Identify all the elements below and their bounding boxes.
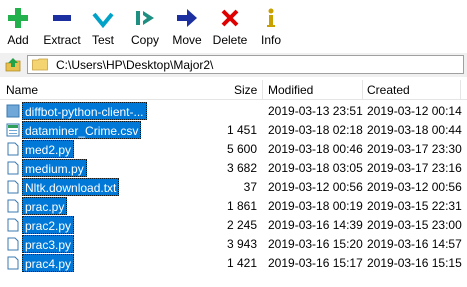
file-modified: 2019-03-18 00:46 <box>268 142 363 156</box>
info-icon <box>267 8 275 27</box>
path-text: C:\Users\HP\Desktop\Major2\ <box>56 58 214 72</box>
file-created: 2019-03-17 23:16 <box>367 161 462 175</box>
file-icon <box>7 256 19 270</box>
file-name: dataminer_Crime.csv <box>22 121 142 139</box>
extract-button[interactable]: Extract <box>38 2 86 48</box>
file-modified: 2019-03-18 00:19 <box>268 199 363 213</box>
file-created: 2019-03-15 22:31 <box>367 199 462 213</box>
file-created: 2019-03-16 14:57 <box>367 237 462 251</box>
path-input[interactable]: C:\Users\HP\Desktop\Major2\ <box>27 55 464 74</box>
column-size[interactable]: Size <box>234 83 257 97</box>
test-button[interactable]: Test <box>88 2 118 48</box>
copy-arrow-icon <box>136 11 154 25</box>
delete-button[interactable]: Delete <box>210 2 250 48</box>
folder-up-icon[interactable] <box>4 56 22 74</box>
file-name: prac4.py <box>22 254 75 272</box>
minus-icon <box>53 15 71 21</box>
file-row[interactable]: prac3.py 3 943 2019-03-16 15:20 2019-03-… <box>0 235 467 253</box>
file-name: prac3.py <box>22 235 75 253</box>
file-created: 2019-03-17 23:30 <box>367 142 462 156</box>
folder-icon <box>6 104 20 118</box>
file-created: 2019-03-15 23:00 <box>367 218 462 232</box>
move-arrow-icon <box>177 9 197 27</box>
file-row[interactable]: diffbot-python-client-... 2019-03-13 23:… <box>0 102 467 120</box>
file-size: 1 451 <box>226 123 257 137</box>
file-row[interactable]: prac.py 1 861 2019-03-18 00:19 2019-03-1… <box>0 197 467 215</box>
file-row[interactable]: medium.py 3 682 2019-03-18 03:05 2019-03… <box>0 159 467 177</box>
file-row[interactable]: prac2.py 2 245 2019-03-16 14:39 2019-03-… <box>0 216 467 234</box>
file-created: 2019-03-16 15:15 <box>367 256 462 270</box>
move-button[interactable]: Move <box>170 2 204 48</box>
column-name[interactable]: Name <box>6 83 38 97</box>
file-row[interactable]: Nltk.download.txt 37 2019-03-12 00:56 20… <box>0 178 467 196</box>
plus-icon <box>8 8 28 28</box>
file-modified: 2019-03-18 02:18 <box>268 123 363 137</box>
file-icon <box>7 161 19 175</box>
file-created: 2019-03-18 00:44 <box>367 123 462 137</box>
column-divider[interactable] <box>262 80 263 99</box>
column-header: Name Size Modified Created <box>0 80 467 100</box>
extract-label: Extract <box>43 33 81 47</box>
add-label: Add <box>7 33 29 47</box>
column-created[interactable]: Created <box>367 83 410 97</box>
check-icon <box>92 12 114 29</box>
file-modified: 2019-03-16 14:39 <box>268 218 363 232</box>
file-name: med2.py <box>22 140 75 158</box>
file-icon <box>7 180 19 194</box>
file-row[interactable]: med2.py 5 600 2019-03-18 00:46 2019-03-1… <box>0 140 467 158</box>
copy-label: Copy <box>130 33 159 47</box>
file-size: 1 861 <box>226 199 257 213</box>
test-label: Test <box>91 33 114 47</box>
file-icon <box>7 199 19 213</box>
file-name: prac2.py <box>22 216 75 234</box>
delete-label: Delete <box>212 33 248 47</box>
file-size: 37 <box>243 180 257 194</box>
copy-button[interactable]: Copy <box>126 2 164 48</box>
column-divider[interactable] <box>460 80 461 99</box>
folder-icon <box>32 58 48 71</box>
file-modified: 2019-03-18 03:05 <box>268 161 363 175</box>
csv-file-icon <box>6 123 20 137</box>
file-name: diffbot-python-client-... <box>22 102 147 120</box>
file-name: Nltk.download.txt <box>22 178 120 196</box>
file-size: 3 682 <box>226 161 257 175</box>
move-label: Move <box>172 33 202 47</box>
file-size: 1 421 <box>226 256 257 270</box>
delete-x-icon <box>221 9 239 27</box>
file-size: 5 600 <box>226 142 257 156</box>
add-button[interactable]: Add <box>0 2 36 48</box>
file-created: 2019-03-12 00:14 <box>367 104 462 118</box>
file-modified: 2019-03-16 15:17 <box>268 256 363 270</box>
file-row[interactable]: prac4.py 1 421 2019-03-16 15:17 2019-03-… <box>0 254 467 272</box>
info-button[interactable]: Info <box>256 2 286 48</box>
file-name: prac.py <box>22 197 68 215</box>
info-label: Info <box>260 33 281 47</box>
file-created: 2019-03-12 00:56 <box>367 180 462 194</box>
file-modified: 2019-03-13 23:51 <box>268 104 363 118</box>
toolbar: Add Extract Test Copy Move Delete Info <box>0 0 467 50</box>
column-modified[interactable]: Modified <box>268 83 313 97</box>
file-size <box>200 102 257 120</box>
file-size: 2 245 <box>226 218 257 232</box>
file-icon <box>7 237 19 251</box>
file-row[interactable]: dataminer_Crime.csv 1 451 2019-03-18 02:… <box>0 121 467 139</box>
file-size: 3 943 <box>226 237 257 251</box>
file-name: medium.py <box>22 159 87 177</box>
file-modified: 2019-03-16 15:20 <box>268 237 363 251</box>
column-divider[interactable] <box>362 80 363 99</box>
file-icon <box>7 142 19 156</box>
file-icon <box>7 218 19 232</box>
file-modified: 2019-03-12 00:56 <box>268 180 363 194</box>
address-bar: C:\Users\HP\Desktop\Major2\ <box>0 53 467 77</box>
